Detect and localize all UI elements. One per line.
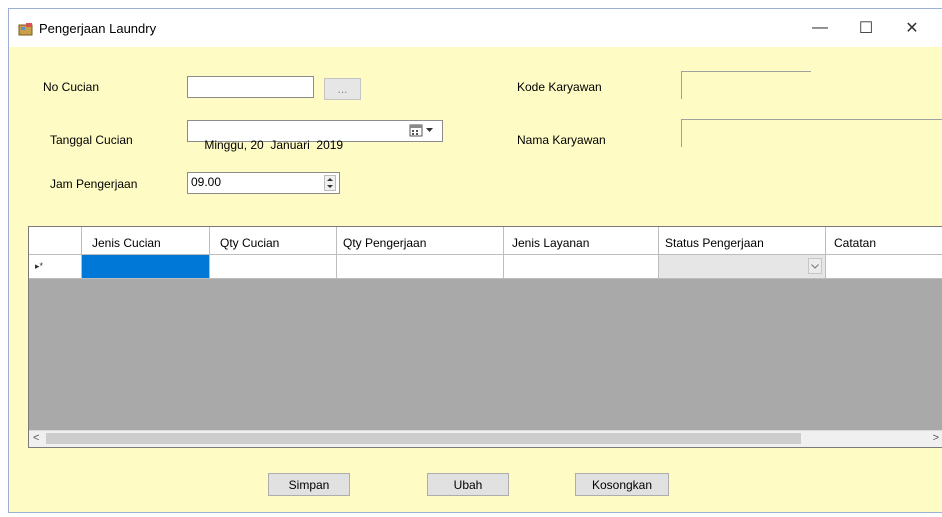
minimize-icon: — (812, 19, 828, 36)
kode-karyawan-label: Kode Karyawan (517, 80, 602, 94)
minimize-button[interactable]: — (797, 9, 843, 47)
chevron-down-icon (426, 128, 433, 132)
close-icon: ✕ (905, 20, 919, 37)
cell-catatan[interactable] (826, 255, 942, 279)
horizontal-scrollbar[interactable]: < > (29, 430, 942, 447)
no-cucian-label: No Cucian (43, 80, 100, 94)
jam-pengerjaan-value: 09.00 (191, 175, 222, 189)
scroll-left-icon[interactable]: < (33, 432, 39, 444)
column-header-qty-cucian[interactable]: Qty Cucian (210, 227, 337, 255)
nama-karyawan-label: Nama Karyawan (517, 133, 606, 147)
cell-jenis-cucian[interactable] (82, 255, 210, 279)
cell-qty-cucian[interactable] (210, 255, 337, 279)
column-header-catatan[interactable]: Catatan (826, 227, 942, 255)
spin-updown-icon[interactable] (324, 175, 336, 191)
column-header-jenis-layanan[interactable]: Jenis Layanan (504, 227, 659, 255)
kosongkan-button[interactable]: Kosongkan (575, 473, 669, 496)
nama-karyawan-input[interactable] (681, 119, 942, 147)
no-cucian-input[interactable] (187, 76, 314, 98)
jam-pengerjaan-spinner[interactable]: 09.00 (187, 172, 340, 194)
jam-pengerjaan-label: Jam Pengerjaan (50, 177, 138, 191)
kode-karyawan-input[interactable] (681, 71, 811, 99)
cell-qty-pengerjaan[interactable] (337, 255, 504, 279)
cell-status-pengerjaan-combobox[interactable] (659, 255, 826, 279)
status-dropdown-button[interactable] (808, 258, 822, 274)
grid-new-row[interactable]: ▸* (29, 255, 942, 279)
browse-button[interactable]: ... (324, 78, 361, 100)
main-window: Pengerjaan Laundry — ☐ ✕ No Cucian ... T… (8, 8, 942, 513)
calendar-dropdown[interactable] (409, 123, 434, 137)
cell-jenis-layanan[interactable] (504, 255, 659, 279)
row-header-corner (29, 227, 82, 255)
tanggal-cucian-label: Tanggal Cucian (50, 133, 133, 147)
window-title: Pengerjaan Laundry (39, 21, 157, 36)
ubah-button[interactable]: Ubah (427, 473, 509, 496)
close-button[interactable]: ✕ (889, 9, 935, 47)
maximize-icon: ☐ (858, 20, 874, 37)
scrollbar-thumb[interactable] (46, 433, 801, 444)
column-header-status-pengerjaan[interactable]: Status Pengerjaan (659, 227, 826, 255)
column-header-jenis-cucian[interactable]: Jenis Cucian (82, 227, 210, 255)
laundry-app-icon (18, 23, 33, 36)
pengerjaan-grid[interactable]: Jenis Cucian Qty Cucian Qty Pengerjaan J… (28, 226, 942, 448)
row-header-marker[interactable]: ▸* (29, 255, 82, 279)
grid-header-row: Jenis Cucian Qty Cucian Qty Pengerjaan J… (29, 227, 942, 255)
tanggal-cucian-value: Minggu, 20 Januari 2019 (204, 138, 344, 152)
column-header-qty-pengerjaan[interactable]: Qty Pengerjaan (337, 227, 504, 255)
scroll-right-icon[interactable]: > (933, 432, 939, 444)
title-bar: Pengerjaan Laundry — ☐ ✕ (9, 9, 942, 47)
chevron-down-icon (811, 263, 819, 269)
calendar-icon (409, 124, 423, 137)
maximize-button[interactable]: ☐ (843, 9, 889, 47)
tanggal-cucian-datepicker[interactable]: Minggu, 20 Januari 2019 (187, 120, 443, 152)
simpan-button[interactable]: Simpan (268, 473, 350, 496)
